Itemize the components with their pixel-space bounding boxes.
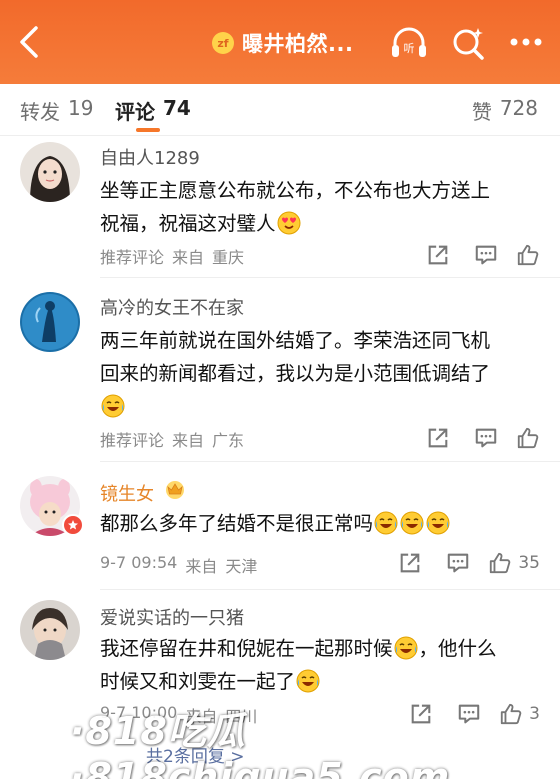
share-icon[interactable] bbox=[414, 242, 462, 268]
heart-eyes-emoji bbox=[277, 211, 301, 235]
from-label: 来自 bbox=[185, 557, 218, 576]
comment-text: 坐等正主愿意公布就公布，不公布也大方送上 祝福，祝福这对璧人 bbox=[100, 174, 540, 240]
comment-text: 我还停留在井和倪妮在一起那时候 ，他什么 时候又和刘雯在一起了 bbox=[100, 632, 540, 698]
laugh-cry-emoji bbox=[101, 394, 125, 418]
tab-repost-label: 转发 bbox=[20, 100, 60, 124]
from-label: 来自 bbox=[172, 431, 205, 450]
back-icon[interactable] bbox=[14, 24, 46, 60]
comment-line: 回来的新闻都看过，我以为是小范围低调结了 bbox=[100, 362, 491, 385]
comment-text: 两三年前就说在国外结婚了。李荣浩还同飞机 回来的新闻都看过，我以为是小范围低调结… bbox=[100, 324, 540, 423]
username[interactable]: 自由人1289 bbox=[100, 144, 200, 170]
like-button[interactable] bbox=[516, 425, 540, 451]
tab-like-count: 728 bbox=[499, 96, 538, 120]
username[interactable]: 爱说实话的一只猪 bbox=[100, 604, 244, 630]
like-button[interactable]: 35 bbox=[488, 550, 540, 576]
comment-line-text: ，他什么 bbox=[418, 637, 497, 660]
timestamp: 9-7 09:54 bbox=[100, 553, 178, 572]
laugh-cry-emoji bbox=[426, 511, 450, 535]
comment-icon[interactable] bbox=[462, 242, 510, 268]
laugh-cry-emoji bbox=[400, 511, 424, 535]
from-label: 来自 bbox=[172, 248, 205, 267]
crown-icon bbox=[164, 478, 186, 500]
comment-text: 都那么多年了结婚不是很正常吗 bbox=[100, 507, 540, 540]
laugh-cry-emoji bbox=[374, 511, 398, 535]
comment-line: 我还停留在井和倪妮在一起那时候 ，他什么 bbox=[100, 632, 540, 665]
laugh-cry-emoji bbox=[296, 669, 320, 693]
comment-line: 祝福，祝福这对璧人 bbox=[100, 207, 540, 240]
avatar[interactable] bbox=[20, 142, 80, 202]
more-icon[interactable] bbox=[507, 28, 545, 56]
comment-item: 自由人1289 坐等正主愿意公布就公布，不公布也大方送上 祝福，祝福这对璧人 推… bbox=[0, 136, 560, 278]
comment-icon[interactable] bbox=[434, 550, 482, 576]
share-icon[interactable] bbox=[386, 550, 434, 576]
avatar[interactable] bbox=[20, 292, 80, 352]
like-icon bbox=[516, 426, 540, 450]
comment-actions bbox=[414, 242, 540, 268]
comment-meta: 推荐评论 来自 广东 bbox=[100, 427, 244, 451]
recommended-tag: 推荐评论 bbox=[100, 248, 165, 267]
comment-meta: 推荐评论 来自 重庆 bbox=[100, 244, 244, 268]
location: 天津 bbox=[225, 557, 258, 576]
comment-meta: 9-7 09:54 来自 天津 bbox=[100, 553, 257, 577]
share-icon[interactable] bbox=[414, 425, 462, 451]
post-title[interactable]: zf 曝井柏然... bbox=[212, 29, 353, 57]
watermark: ·818吃瓜·818chigua5.com bbox=[70, 709, 451, 779]
comment-actions: 35 bbox=[386, 550, 540, 576]
comment-line: 两三年前就说在国外结婚了。李荣浩还同飞机 bbox=[100, 329, 491, 352]
like-count: 35 bbox=[518, 553, 540, 573]
tab-like[interactable]: 赞 728 bbox=[472, 96, 538, 125]
username[interactable]: 高冷的女王不在家 bbox=[100, 294, 244, 320]
title-text: 曝井柏然... bbox=[242, 32, 354, 56]
comment-icon[interactable] bbox=[462, 425, 510, 451]
tab-repost[interactable]: 转发 19 bbox=[20, 96, 93, 125]
tab-comment-label: 评论 bbox=[115, 100, 155, 124]
comment-line-text: 时候又和刘雯在一起了 bbox=[100, 670, 296, 693]
username[interactable]: 镜生女 bbox=[100, 480, 154, 506]
comment-line: 都那么多年了结婚不是很正常吗 bbox=[100, 507, 540, 540]
comment-line-text: 祝福，祝福这对璧人 bbox=[100, 212, 276, 235]
tab-comment-count: 74 bbox=[163, 96, 191, 120]
avatar[interactable] bbox=[20, 600, 80, 660]
comment-line: 坐等正主愿意公布就公布，不公布也大方送上 bbox=[100, 179, 491, 202]
recommended-tag: 推荐评论 bbox=[100, 431, 165, 450]
location: 广东 bbox=[212, 431, 245, 450]
comment-line-text: 我还停留在井和倪妮在一起那时候 bbox=[100, 637, 393, 660]
tab-repost-count: 19 bbox=[68, 96, 94, 120]
user-badge-icon: zf bbox=[212, 32, 234, 54]
active-tab-indicator bbox=[136, 128, 160, 132]
tab-comment[interactable]: 评论 74 bbox=[115, 96, 191, 125]
like-button[interactable] bbox=[516, 242, 540, 268]
listen-icon[interactable]: 听 bbox=[389, 25, 429, 61]
like-icon bbox=[488, 551, 512, 575]
comment-actions bbox=[414, 425, 540, 451]
tab-bar: 转发 19 评论 74 赞 728 bbox=[0, 84, 560, 136]
verified-badge-icon bbox=[62, 514, 84, 536]
search-icon[interactable] bbox=[449, 25, 487, 61]
laugh-cry-emoji bbox=[394, 636, 418, 660]
comment-line: 时候又和刘雯在一起了 bbox=[100, 665, 540, 698]
like-icon bbox=[516, 243, 540, 267]
tab-like-label: 赞 bbox=[471, 100, 492, 124]
comment-item: 高冷的女王不在家 两三年前就说在国外结婚了。李荣浩还同飞机 回来的新闻都看过，我… bbox=[0, 278, 560, 462]
location: 重庆 bbox=[212, 248, 245, 267]
top-bar: zf 曝井柏然... 听 bbox=[0, 0, 560, 84]
comment-line-text: 都那么多年了结婚不是很正常吗 bbox=[100, 512, 374, 535]
svg-text:听: 听 bbox=[404, 42, 415, 55]
comment-line bbox=[100, 390, 540, 423]
comment-item: 镜生女 都那么多年了结婚不是很正常吗 9-7 09:54 来自 天津 35 bbox=[0, 462, 560, 590]
